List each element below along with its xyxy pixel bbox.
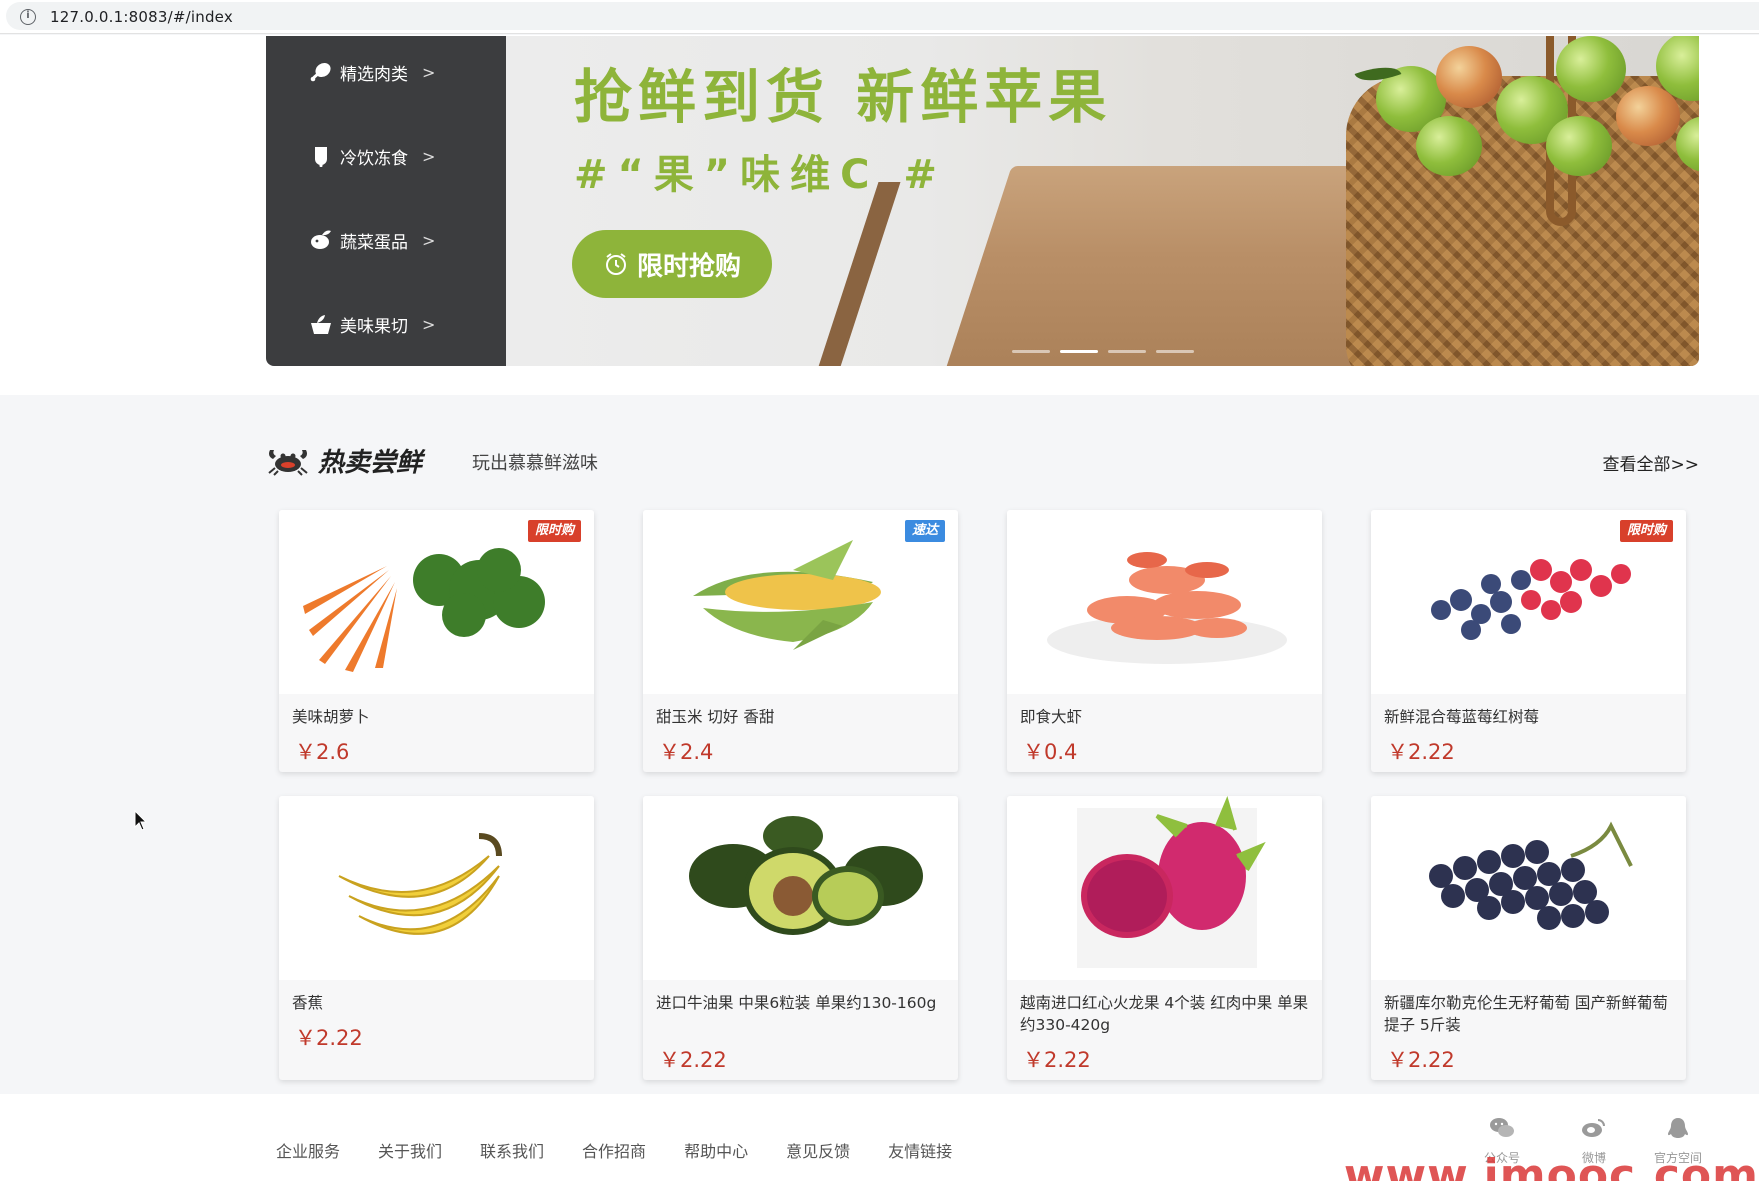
flash-sale-label: 限时抢购 [636,250,741,281]
category-item-frozen[interactable]: 冷饮冻食 > [266,136,506,176]
product-image-grapes[interactable] [1371,796,1686,980]
section-title: 热卖尝鲜 [318,448,423,478]
product-name: 新疆库尔勒克伦生无籽葡萄 国产新鲜葡萄 提子 5斤装 [1384,994,1668,1034]
weibo-icon [1582,1119,1605,1137]
product-image-banana[interactable] [279,796,594,980]
banner-apples [1354,36,1699,176]
hot-sale-section-header: 热卖尝鲜 玩出慕慕鲜滋味 查看全部>> [266,440,1699,480]
page-footer: 企业服务 关于我们 联系我们 合作招商 帮助中心 意见反馈 友情链接 公众号 微… [0,1094,1759,1181]
product-image-berries[interactable]: 限时购 [1371,510,1686,694]
promo-banner[interactable]: 抢鲜到货 新鲜苹果 #“果”味维C # 限时抢购 [506,36,1699,366]
product-price: ￥2.22 [295,1026,363,1050]
banner-title: 抢鲜到货 新鲜苹果 [574,63,1113,131]
mouse-cursor-icon [134,810,148,831]
product-price: ￥2.22 [1023,1048,1091,1072]
view-all-link[interactable]: 查看全部>> [1603,450,1700,475]
product-price: ￥2.22 [1387,740,1455,764]
product-card[interactable]: 进口牛油果 中果6粒装 单果约130-160g ￥2.22 [643,796,958,1080]
carousel-dot-active[interactable] [1060,350,1098,353]
category-sidebar: 精选肉类 > 冷饮冻食 > 蔬菜蛋品 > 美味果切 > [266,36,506,366]
express-tag: 速达 [904,520,945,542]
flash-sale-tag: 限时购 [527,520,581,542]
product-card[interactable]: 限时购 新鲜混合莓蓝莓红树莓 ￥2.22 [1371,510,1686,772]
product-price: ￥2.22 [1387,1048,1455,1072]
product-image-carrot[interactable]: 限时购 [279,510,594,694]
product-name: 香蕉 [292,994,324,1012]
footer-link-about[interactable]: 关于我们 [378,1138,442,1162]
info-icon[interactable]: i [20,9,36,25]
product-card[interactable]: 限时购 美味胡萝卜 ￥2.6 [279,510,594,772]
footer-link-help[interactable]: 帮助中心 [684,1138,748,1162]
browser-address-bar: i 127.0.0.1:8083/#/index [0,0,1759,34]
chevron-right-icon: > [422,314,436,334]
product-name: 进口牛油果 中果6粒装 单果约130-160g [656,994,937,1012]
product-card[interactable]: 速达 甜玉米 切好 香甜 ￥2.4 [643,510,958,772]
footer-link-enterprise[interactable]: 企业服务 [276,1138,340,1162]
section-subtitle: 玩出慕慕鲜滋味 [472,453,598,474]
qq-icon [1668,1118,1688,1138]
product-image-dragon-fruit[interactable] [1007,796,1322,980]
product-image-corn[interactable]: 速达 [643,510,958,694]
product-name: 美味胡萝卜 [292,708,370,726]
footer-link-friends[interactable]: 友情链接 [888,1138,952,1162]
wechat-icon [1490,1118,1514,1137]
drumstick-icon [308,59,334,85]
product-name: 越南进口红心火龙果 4个装 红肉中果 单果约330-420g [1020,994,1309,1034]
category-label: 蔬菜蛋品 [340,232,408,253]
category-label: 冷饮冻食 [340,148,408,169]
chevron-right-icon: > [422,146,436,166]
flash-sale-button[interactable]: 限时抢购 [572,230,772,298]
product-name: 新鲜混合莓蓝莓红树莓 [1384,708,1540,726]
fruit-bowl-icon [308,311,334,337]
banner-table-edge [813,182,901,366]
url-field-container[interactable]: i 127.0.0.1:8083/#/index [6,2,1759,30]
product-price: ￥2.22 [659,1048,727,1072]
flash-sale-tag: 限时购 [1619,520,1673,542]
vegetable-icon [308,227,334,253]
footer-link-partner[interactable]: 合作招商 [582,1138,646,1162]
product-image-avocado[interactable] [643,796,958,980]
chevron-right-icon: > [422,230,436,250]
product-card[interactable]: 越南进口红心火龙果 4个装 红肉中果 单果约330-420g ￥2.22 [1007,796,1322,1080]
category-label: 精选肉类 [340,64,408,85]
watermark-text: www.imooc.com [1343,1150,1759,1181]
category-item-meat[interactable]: 精选肉类 > [266,52,506,92]
carousel-dot[interactable] [1012,350,1050,353]
product-price: ￥2.4 [659,740,714,764]
chevron-right-icon: > [422,62,436,82]
url-text[interactable]: 127.0.0.1:8083/#/index [50,8,233,26]
category-item-vegetables[interactable]: 蔬菜蛋品 > [266,220,506,260]
product-name: 即食大虾 [1020,708,1083,726]
clock-icon [605,253,626,275]
product-image-shrimp[interactable] [1007,510,1322,694]
carousel-dot[interactable] [1108,350,1146,353]
footer-link-feedback[interactable]: 意见反馈 [786,1138,850,1162]
product-price: ￥0.4 [1023,740,1078,764]
footer-link-contact[interactable]: 联系我们 [480,1138,544,1162]
carousel-dot[interactable] [1156,350,1194,353]
category-label: 美味果切 [340,316,408,337]
product-card[interactable]: 新疆库尔勒克伦生无籽葡萄 国产新鲜葡萄 提子 5斤装 ￥2.22 [1371,796,1686,1080]
footer-links: 企业服务 关于我们 联系我们 合作招商 帮助中心 意见反馈 友情链接 [276,1138,990,1162]
product-card[interactable]: 即食大虾 ￥0.4 [1007,510,1322,772]
product-name: 甜玉米 切好 香甜 [656,708,775,726]
product-price: ￥2.6 [295,740,350,764]
popsicle-icon [308,143,334,169]
banner-subtitle: #“果”味维C # [574,152,947,198]
category-item-fruit-cut[interactable]: 美味果切 > [266,304,506,344]
crab-icon [268,450,308,476]
product-card[interactable]: 香蕉 ￥2.22 [279,796,594,1080]
carousel-indicators [1012,350,1194,353]
